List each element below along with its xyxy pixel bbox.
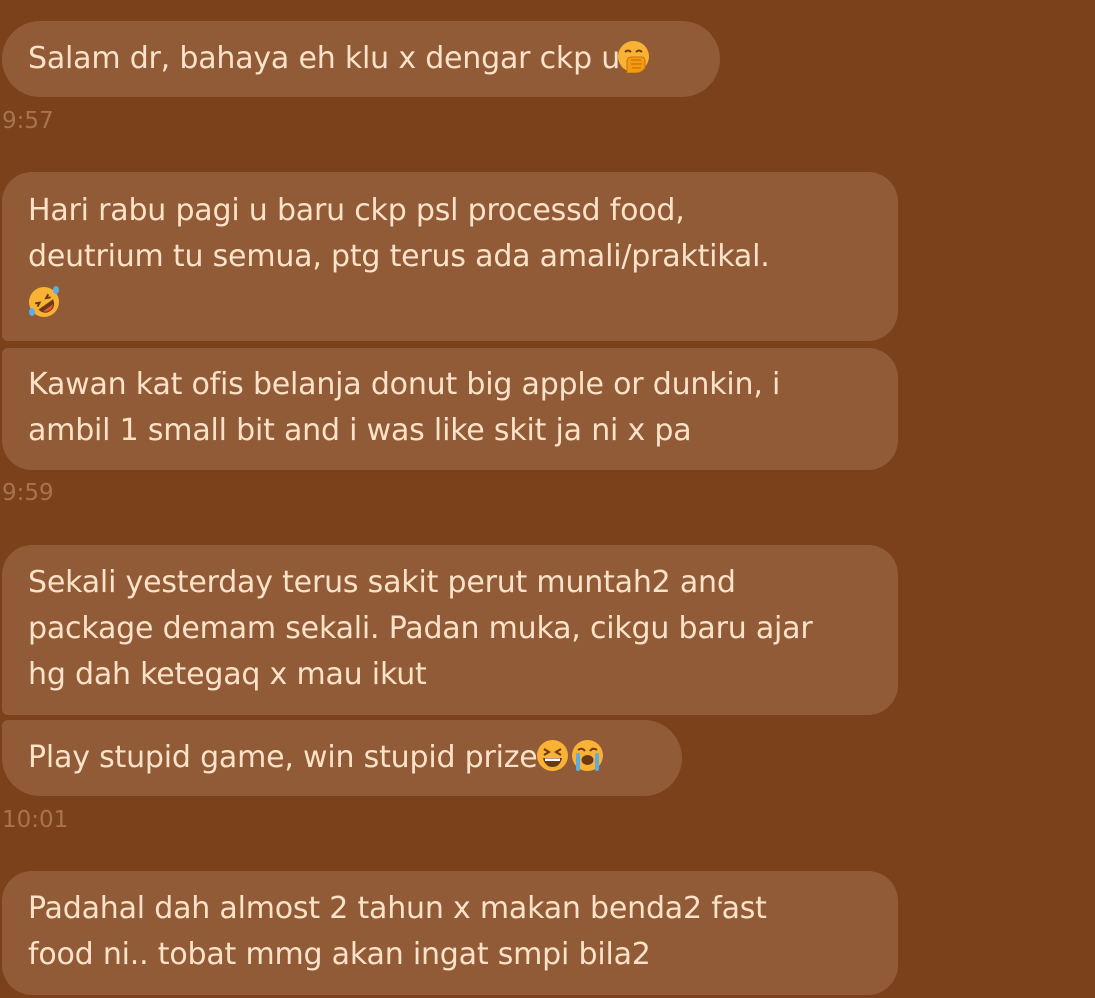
timestamp: 10:01 bbox=[2, 807, 69, 833]
timestamp: 9:57 bbox=[2, 108, 54, 134]
message-text: Padahal dah almost 2 tahun x makan benda… bbox=[28, 891, 767, 926]
grinning-squinting-emoji bbox=[536, 739, 569, 772]
message-text: Hari rabu pagi u baru ckp psl processd f… bbox=[28, 193, 685, 228]
message-text: package demam sekali. Padan muka, cikgu … bbox=[28, 611, 813, 646]
message-text: Sekali yesterday terus sakit perut munta… bbox=[28, 565, 736, 600]
message-bubble[interactable]: Kawan kat ofis belanja donut big apple o… bbox=[2, 348, 898, 470]
dm-conversation: Salam dr, bahaya eh klu x dengar ckp u 9… bbox=[0, 0, 1095, 998]
message-bubble[interactable]: Play stupid game, win stupid prize bbox=[2, 720, 682, 796]
message-text: ambil 1 small bit and i was like skit ja… bbox=[28, 413, 692, 448]
message-text: hg dah ketegaq x mau ikut bbox=[28, 657, 427, 692]
message-bubble[interactable]: Salam dr, bahaya eh klu x dengar ckp u bbox=[2, 21, 720, 97]
hand-over-mouth-emoji bbox=[617, 40, 650, 73]
message-bubble[interactable]: Padahal dah almost 2 tahun x makan benda… bbox=[2, 871, 898, 995]
message-text: Play stupid game, win stupid prize bbox=[28, 740, 538, 775]
rolling-on-floor-laughing-emoji bbox=[26, 284, 59, 317]
message-text: Salam dr, bahaya eh klu x dengar ckp u bbox=[28, 41, 621, 76]
message-text: Kawan kat ofis belanja donut big apple o… bbox=[28, 367, 781, 402]
message-bubble[interactable]: Hari rabu pagi u baru ckp psl processd f… bbox=[2, 172, 898, 341]
message-bubble[interactable]: Sekali yesterday terus sakit perut munta… bbox=[2, 545, 898, 715]
loudly-crying-emoji bbox=[571, 739, 604, 772]
message-text: food ni.. tobat mmg akan ingat smpi bila… bbox=[28, 937, 651, 972]
message-text: deutrium tu semua, ptg terus ada amali/p… bbox=[28, 239, 770, 274]
timestamp: 9:59 bbox=[2, 480, 54, 506]
